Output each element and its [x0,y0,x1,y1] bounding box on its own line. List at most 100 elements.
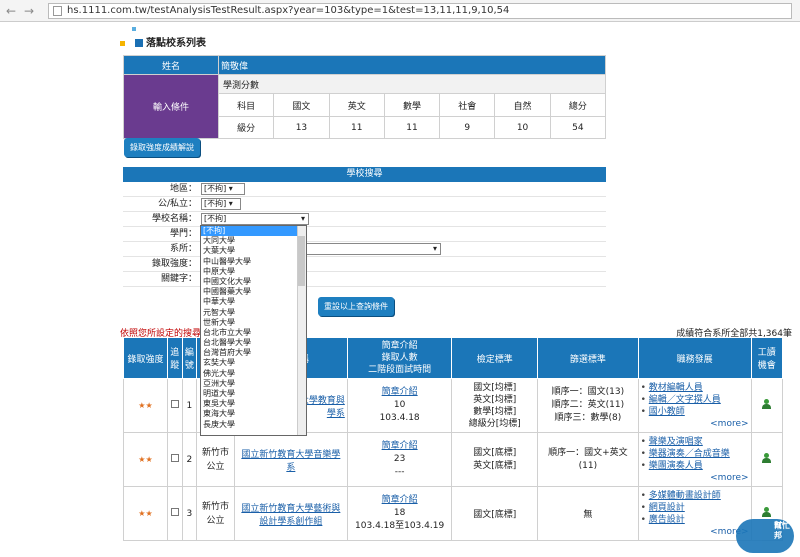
more-link[interactable]: <more> [641,526,748,538]
job-link[interactable]: 多媒體動畫設計師 [649,491,721,501]
city: 新竹市 [202,501,230,512]
brief-link[interactable]: 簡章介紹 [382,441,418,451]
track-cell [166,378,183,433]
dropdown-option[interactable]: 中原大學 [201,267,306,277]
grade-cell: 13 [273,116,330,139]
header-career: 職務發展 [637,337,752,379]
dropdown-option[interactable]: 台北醫學大學 [201,338,306,348]
school-name-row: 學校名稱： [不拘] ▾ [123,212,606,227]
dropdown-option[interactable]: 中華大學 [201,297,306,307]
header-number: 編號 [181,337,198,379]
dropdown-option[interactable]: 大葉大學 [201,246,306,256]
more-link[interactable]: <more> [641,418,748,430]
school-cell: 新竹市 公立 [196,432,235,487]
dropdown-option[interactable]: 世新大學 [201,318,306,328]
job-link[interactable]: 樂團演奏人員 [649,461,703,471]
job-link[interactable]: 教材編輯人員 [649,383,703,393]
strength-row: 錄取強度： [123,257,606,272]
admission-count: 23 [393,454,406,464]
dropdown-option[interactable]: 台灣首府大學 [201,348,306,358]
job-link[interactable]: 樂器演奏／合成音樂 [649,449,730,459]
grade-cell: 9 [439,116,496,139]
public-private-select[interactable]: [不拘] ▾ [201,198,241,210]
dropdown-option[interactable]: 台北市立大學 [201,328,306,338]
header-filter-standard: 篩選標準 [537,337,639,379]
check-item: 國文[均標] [473,382,517,393]
condition-label: 輸入條件 [123,74,219,139]
brief-cell: 簡章介紹 18 103.4.18至103.4.19 [346,486,453,541]
page-title: 落點校系列表 [120,27,206,49]
filter-item: 順序一：國文+英文 [548,447,628,458]
scrollbar-thumb[interactable] [298,236,305,286]
check-item: 英文[底標] [473,460,517,471]
dropdown-option[interactable]: [不拘] [201,226,306,237]
school-name-select[interactable]: [不拘] ▾ [201,213,309,225]
work-study-cell [750,432,784,487]
school-dropdown-list[interactable]: [不拘] 大同大學 大葉大學 中山醫學大學 中原大學 中國文化大學 中國醫藥大學… [200,225,307,436]
reset-button[interactable]: 重設以上查詢條件 [318,297,394,316]
job-link[interactable]: 國小教師 [649,407,685,417]
department-cell: 國立新竹教育大學藝術與 設計學系創作組 [233,486,348,541]
admission-count: 10 [393,400,406,410]
url-input[interactable]: hs.1111.com.tw/testAnalysisTestResult.as… [48,3,792,19]
track-checkbox[interactable] [170,454,179,462]
forward-arrow-icon[interactable]: → [24,4,34,18]
public-private-row: 公/私立： [不拘] ▾ [123,197,606,212]
filter-item: 順序一：國文(13) [551,387,625,397]
job-link[interactable]: 廣告設計 [649,515,685,525]
school-name-label: 學校名稱： [151,214,197,224]
dropdown-option[interactable]: 玄奘大學 [201,358,306,368]
region-select[interactable]: [不拘] ▾ [201,183,245,195]
job-link[interactable]: 網頁設計 [649,503,685,513]
department-link[interactable]: 國立新竹教育大學藝術與 設計學系創作組 [241,504,340,527]
brief-link[interactable]: 簡章介紹 [382,495,418,505]
brief-cell: 簡章介紹 23 --- [346,432,453,487]
job-link[interactable]: 聲樂及演唱家 [649,437,703,447]
dropdown-option[interactable]: 亞洲大學 [201,379,306,389]
track-checkbox[interactable] [170,508,179,516]
school-name-select-value: [不拘] [204,214,227,223]
job-link[interactable]: 編輯／文字撰人員 [649,395,721,405]
dropdown-option[interactable]: 長庚大學 [201,420,306,430]
grade-cell: 11 [328,116,385,139]
dropdown-option[interactable]: 明道大學 [201,389,306,399]
dropdown-option[interactable]: 佛光大學 [201,369,306,379]
strength-label: 錄取強度： [151,259,197,269]
public-private-label: 公/私立： [157,199,197,209]
explain-button[interactable]: 錄取強度成績解說 [124,138,200,157]
field-row: 學門： [123,227,606,242]
department-label: 系所： [169,244,197,254]
check-cell: 國文[底標] 英文[底標] [451,432,539,487]
brief-link[interactable]: 簡章介紹 [382,387,418,397]
department-cell: 國立新竹教育大學音樂學系 [233,432,348,487]
track-cell [166,486,183,541]
dept-line-2: 設計學系創作組 [259,516,323,527]
interview-date: --- [394,467,405,477]
person-icon[interactable] [762,452,772,464]
dropdown-scrollbar[interactable] [297,226,306,435]
name-value: 簡敬偉 [218,55,606,75]
filter-cell: 無 [537,486,639,541]
dropdown-option[interactable]: 中國文化大學 [201,277,306,287]
title-square-icon [135,39,143,47]
subject-row-label: 科目 [217,93,275,117]
input-conditions-table: 姓名 簡敬偉 輸入條件 學測分數 科目 國文 英文 數學 社會 自然 總分 級分 13 11 11… [123,55,607,139]
back-arrow-icon[interactable]: ← [6,4,16,18]
dropdown-option[interactable]: 元智大學 [201,308,306,318]
dropdown-option[interactable]: 大同大學 [201,236,306,246]
more-link[interactable]: <more> [641,472,748,484]
region-row: 地區： [不拘] ▾ [123,182,606,197]
person-icon[interactable] [762,398,772,410]
dropdown-option[interactable]: 中國醫藥大學 [201,287,306,297]
department-link[interactable]: 國立新竹教育大學音樂學系 [241,450,340,473]
track-checkbox[interactable] [170,400,179,408]
strength-stars: ★★ [123,432,168,487]
person-icon[interactable] [762,506,772,518]
dropdown-option[interactable]: 中山醫學大學 [201,257,306,267]
table-row: ★★ 2 新竹市 公立 國立新竹教育大學音樂學系 簡章介紹 23 --- 國文[底標]… [123,432,784,487]
exam-label: 學測分數 [218,74,606,94]
school-search-panel: 學校搜尋 地區： [不拘] ▾ 公/私立： [不拘] ▾ 學校名稱： [不拘] ▾ 學門… [123,167,606,287]
header-track: 追蹤 [166,337,183,379]
dropdown-option[interactable]: 東海大學 [201,409,306,419]
dropdown-option[interactable]: 東吳大學 [201,399,306,409]
